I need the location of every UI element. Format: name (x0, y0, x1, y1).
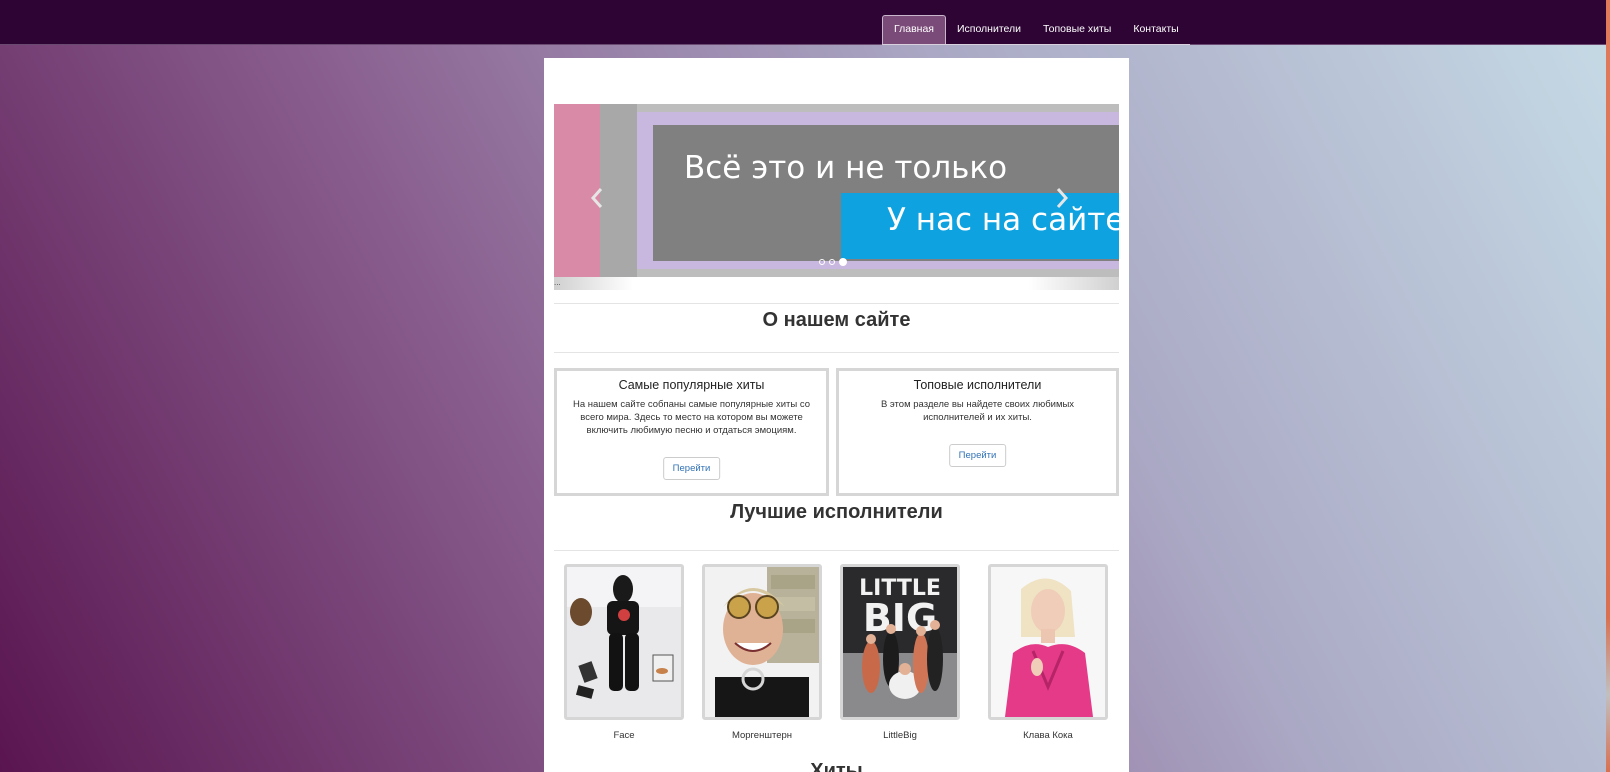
carousel-next-button[interactable] (1054, 186, 1070, 210)
artist-card-klava-koka[interactable]: Клава Кока (988, 564, 1108, 741)
feature-card-title: Топовые исполнители (913, 378, 1042, 392)
main-container: Всё это и не только У нас на сайте ... О… (544, 58, 1129, 772)
nav-top-hits[interactable]: Топовые хиты (1032, 15, 1122, 44)
slide-headline: Всё это и не только (684, 150, 1008, 186)
feature-card-hits: Самые популярные хиты На нашем сайте соб… (554, 368, 829, 496)
slide-subheadline: У нас на сайте (887, 202, 1119, 238)
chevron-left-icon (590, 188, 603, 208)
carousel-indicator-1[interactable] (819, 259, 825, 265)
hits-title: Хиты (810, 760, 863, 772)
carousel-indicators (819, 258, 847, 266)
nav-artists[interactable]: Исполнители (946, 15, 1032, 44)
nav-home[interactable]: Главная (882, 15, 946, 44)
slide-bg-grey (600, 104, 637, 277)
artist-name: Моргенштерн (731, 730, 793, 741)
carousel-bottom-strip (554, 277, 1119, 290)
chevron-right-icon (1056, 188, 1069, 208)
go-hits-button[interactable]: Перейти (662, 457, 721, 480)
navbar: Главная Исполнители Топовые хиты Контакт… (0, 0, 1610, 45)
divider (554, 352, 1119, 353)
go-artists-button[interactable]: Перейти (948, 444, 1007, 467)
artist-morgenshtern-image (705, 567, 819, 717)
artist-photo-littlebig[interactable]: LITTLE BIG (840, 564, 960, 720)
poster-text-big: BIG (863, 596, 937, 640)
artist-card-face[interactable]: Face (564, 564, 684, 741)
feature-card-title: Самые популярные хиты (618, 378, 765, 392)
window-edge (1606, 0, 1610, 772)
artists-title: Лучшие исполнители (730, 501, 943, 523)
carousel[interactable]: Всё это и не только У нас на сайте ... (554, 104, 1119, 290)
divider (554, 303, 1119, 304)
artist-photo-face[interactable] (564, 564, 684, 720)
feature-card-artists: Топовые исполнители В этом разделе вы на… (836, 368, 1119, 496)
artist-name: Клава Кока (1023, 730, 1073, 741)
artist-card-morgenshtern[interactable]: Моргенштерн (702, 564, 822, 741)
feature-card-text: На нашем сайте собпаны самые популярные … (572, 399, 811, 436)
carousel-prev-button[interactable] (589, 186, 605, 210)
carousel-caption: ... (554, 278, 561, 287)
artist-face-image (567, 567, 681, 717)
artist-littlebig-image: LITTLE BIG (843, 567, 957, 717)
carousel-indicator-2[interactable] (829, 259, 835, 265)
artist-klava-koka-image (991, 567, 1105, 717)
artist-photo-morgenshtern[interactable] (702, 564, 822, 720)
artist-photo-klava-koka[interactable] (988, 564, 1108, 720)
artist-name: LittleBig (883, 730, 917, 741)
about-title: О нашем сайте (762, 309, 911, 331)
feature-card-text: В этом разделе вы найдете своих любимых … (880, 399, 1075, 423)
divider (554, 550, 1119, 551)
nav-contacts[interactable]: Контакты (1122, 15, 1189, 44)
artist-name: Face (613, 730, 635, 741)
carousel-indicator-3[interactable] (839, 258, 847, 266)
main-nav: Главная Исполнители Топовые хиты Контакт… (882, 15, 1190, 45)
artist-card-littlebig[interactable]: LITTLE BIG LittleBig (840, 564, 960, 741)
